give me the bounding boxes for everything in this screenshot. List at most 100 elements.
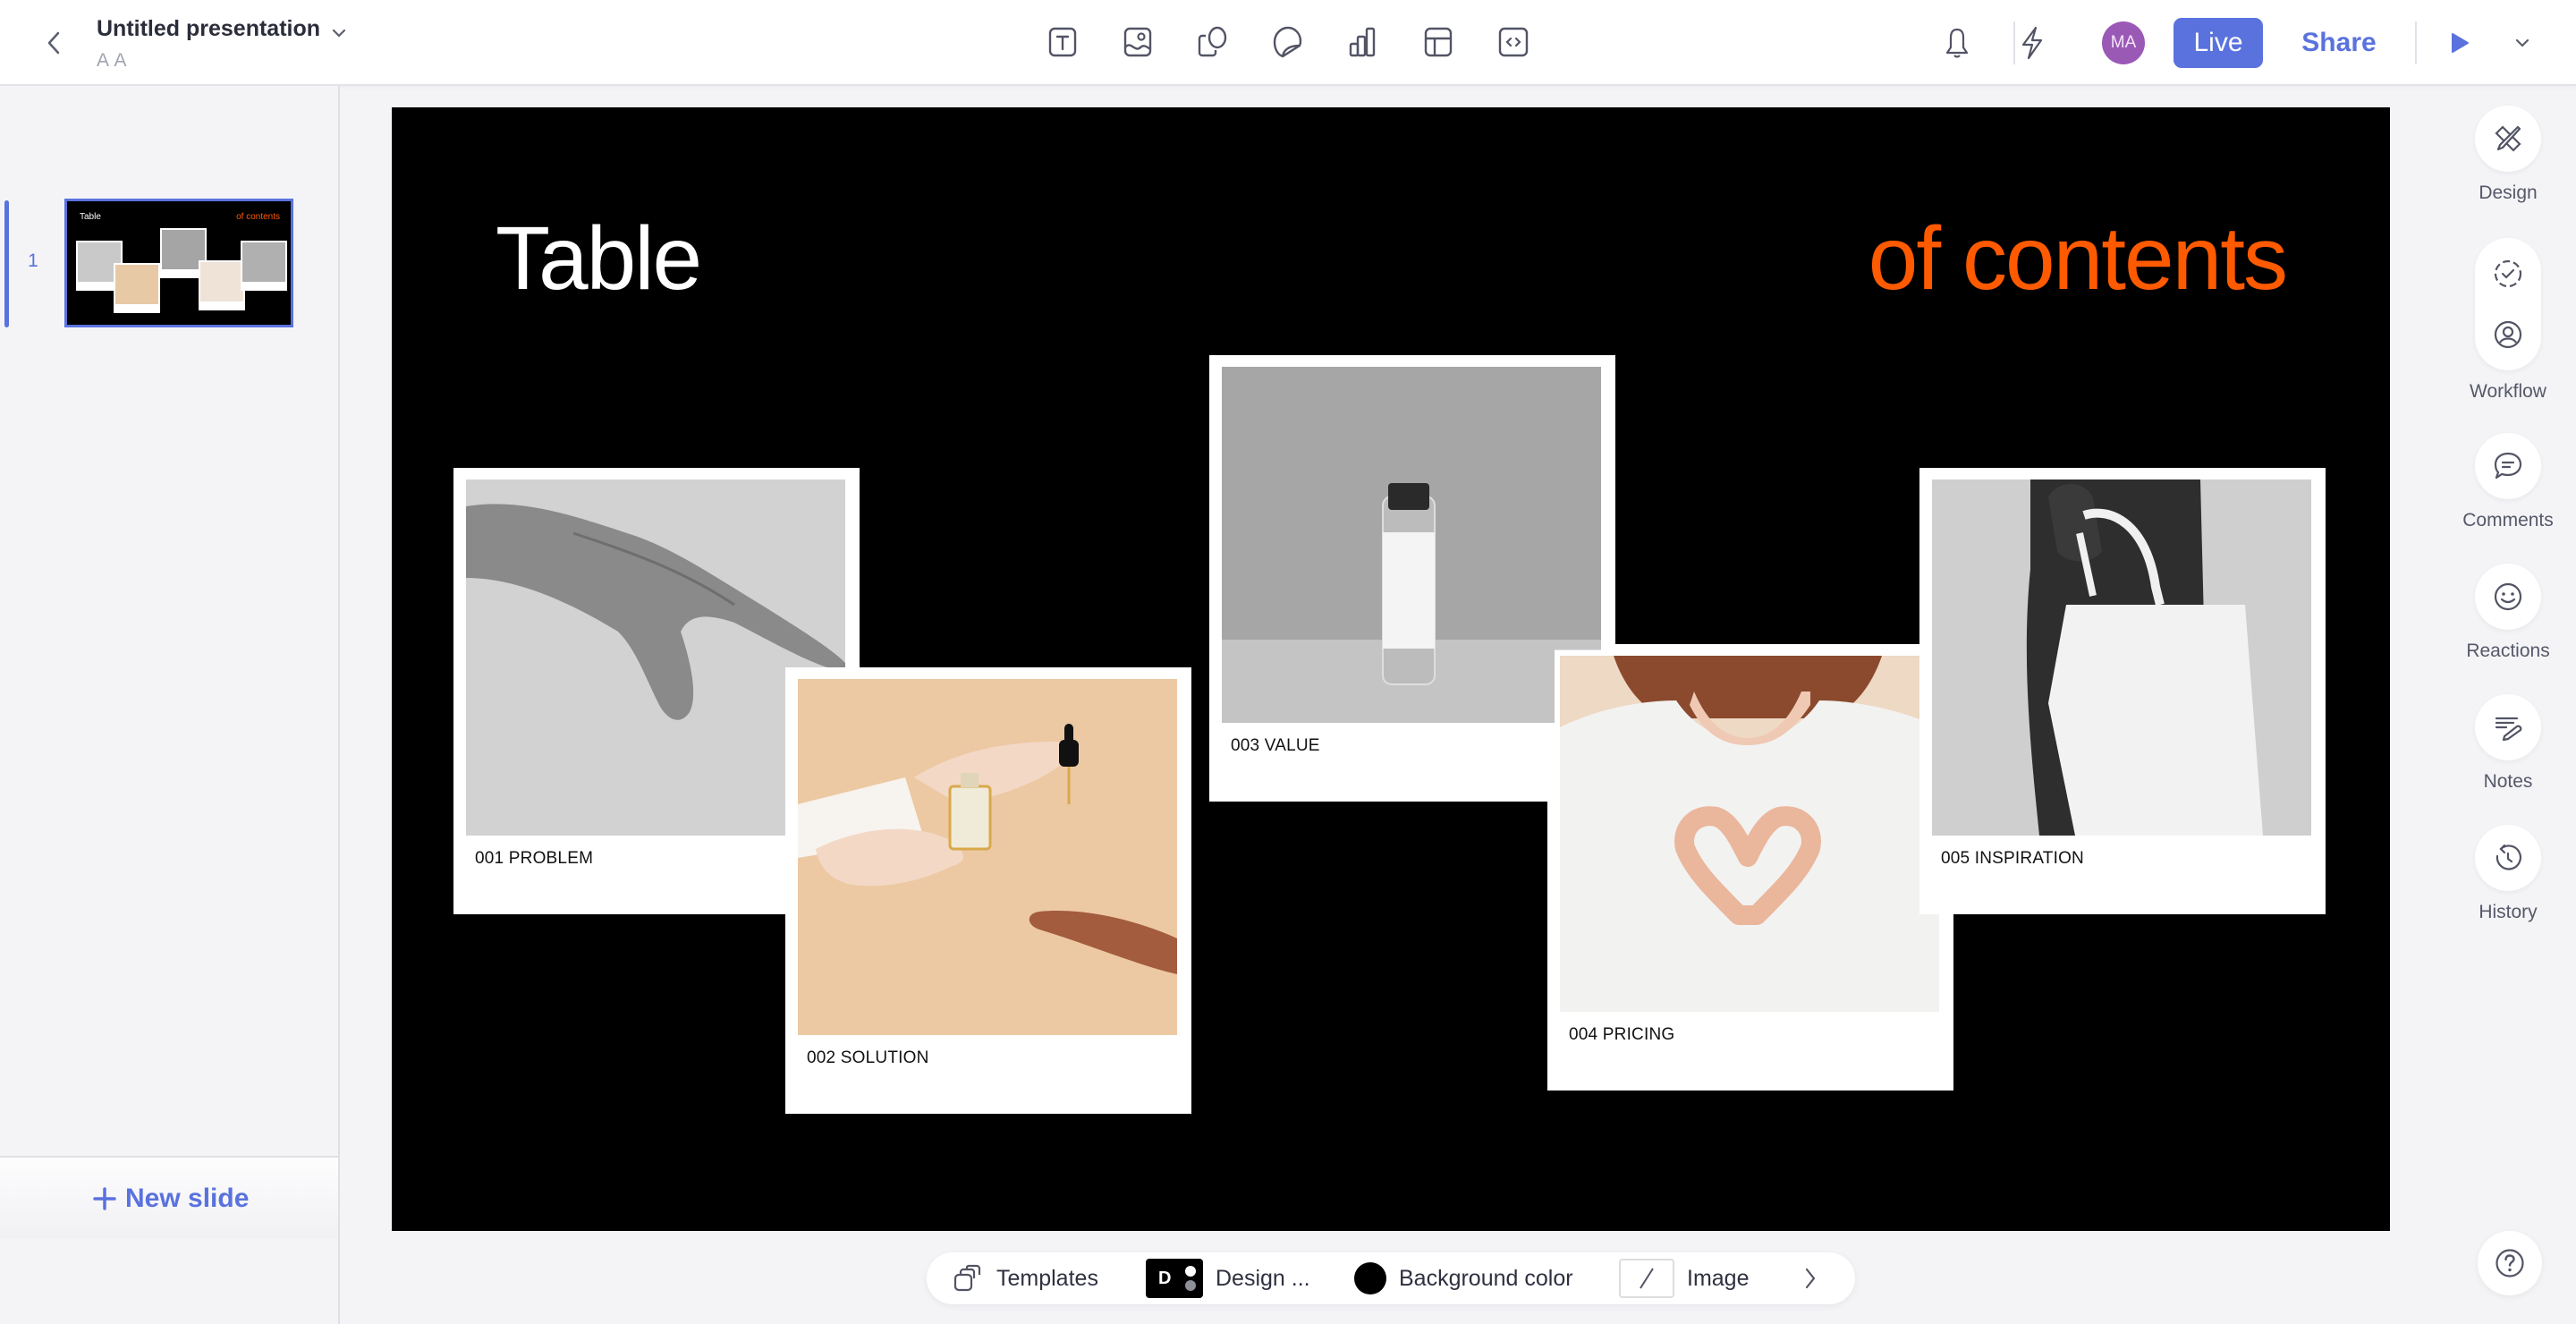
design-button[interactable]: [2475, 106, 2541, 172]
card-photo: [1560, 656, 1939, 1012]
present-button[interactable]: [2442, 25, 2478, 61]
rail-history[interactable]: History: [2474, 825, 2542, 923]
reactions-button[interactable]: [2475, 564, 2541, 630]
slide-canvas[interactable]: Table of contents 001 PROBLEM 002 SOLUTI…: [392, 107, 2390, 1231]
live-button[interactable]: Live: [2174, 18, 2263, 68]
notifications-button[interactable]: [1937, 23, 1977, 63]
card-photo: [798, 679, 1177, 1035]
image-label: Image: [1687, 1265, 1750, 1291]
insert-shape-button[interactable]: [1194, 23, 1232, 61]
chevron-down-icon: [2515, 38, 2529, 47]
tote-bag-photo: [1932, 480, 2311, 836]
assignee-icon[interactable]: [2492, 318, 2524, 351]
templates-label: Templates: [996, 1265, 1098, 1291]
bar-chart-icon: [1349, 27, 1376, 57]
card-photo: [1222, 367, 1601, 723]
help-button[interactable]: [2478, 1231, 2542, 1295]
rail-reactions[interactable]: Reactions: [2466, 564, 2550, 662]
user-avatar[interactable]: MA: [2102, 21, 2145, 64]
title-menu-button[interactable]: [327, 21, 351, 45]
toc-card-inspiration[interactable]: 005 INSPIRATION: [1919, 468, 2326, 914]
workflow-group: [2475, 238, 2541, 370]
plus-icon: [93, 1187, 116, 1210]
insert-embed-button[interactable]: [1495, 23, 1532, 61]
toc-card-solution[interactable]: 002 SOLUTION: [785, 667, 1191, 1114]
toolbar-next-button[interactable]: [1803, 1252, 1818, 1304]
design-label: Design ...: [1216, 1265, 1310, 1291]
top-bar: Untitled presentation A A MA Live Share: [0, 0, 2576, 86]
share-button[interactable]: Share: [2290, 18, 2388, 68]
insert-sticker-button[interactable]: [1269, 23, 1307, 61]
history-icon: [2496, 844, 2521, 870]
thumbnail-card: [241, 241, 287, 291]
slide-thumbnail[interactable]: Table of contents: [64, 199, 293, 327]
serum-hands-photo: [798, 679, 1177, 1035]
background-color-swatch: [1354, 1262, 1386, 1294]
insert-image-button[interactable]: [1119, 23, 1157, 61]
shapes-icon: [1198, 26, 1227, 57]
insert-table-button[interactable]: [1419, 23, 1457, 61]
history-button[interactable]: [2475, 825, 2541, 891]
image-icon: [1123, 27, 1152, 57]
new-slide-button[interactable]: New slide: [93, 1181, 249, 1217]
thumbnail-title-left: Table: [80, 212, 101, 222]
thumbnail-title-right: of contents: [236, 212, 280, 222]
approval-check-icon[interactable]: [2492, 258, 2524, 290]
rail-label: Comments: [2462, 510, 2554, 530]
new-slide-label: New slide: [125, 1184, 250, 1213]
code-embed-icon: [1498, 27, 1529, 57]
toc-card-pricing[interactable]: 004 PRICING: [1547, 644, 1953, 1091]
card-caption: 003 VALUE: [1231, 736, 1320, 755]
design-tools-icon: [2495, 125, 2521, 152]
thumbnail-preview: Table of contents: [69, 203, 289, 323]
selected-slide-indicator: [4, 200, 9, 327]
comment-icon: [2494, 452, 2522, 480]
insert-chart-button[interactable]: [1344, 23, 1382, 61]
bottle-photo: [1222, 367, 1601, 723]
document-title[interactable]: Untitled presentation: [97, 16, 320, 42]
insert-text-button[interactable]: [1044, 23, 1081, 61]
card-caption: 004 PRICING: [1569, 1025, 1675, 1044]
sticker-icon: [1273, 26, 1302, 58]
chevron-right-icon: [1805, 1268, 1816, 1289]
design-theme-button[interactable]: D Design ...: [1146, 1252, 1310, 1304]
quick-actions-button[interactable]: [2012, 23, 2052, 63]
thumbnail-card: [114, 263, 160, 313]
smiley-icon: [2494, 582, 2522, 611]
slide-title-right[interactable]: of contents: [1868, 208, 2288, 310]
none-slash-icon: [1640, 1268, 1654, 1289]
slide-title-left[interactable]: Table: [496, 208, 702, 310]
templates-icon: [953, 1264, 981, 1292]
thumbnail-card: [199, 260, 245, 310]
rail-comments[interactable]: Comments: [2462, 433, 2554, 531]
card-caption: 001 PROBLEM: [475, 849, 594, 868]
document-subtitle: A A: [97, 50, 128, 71]
table-icon: [1424, 27, 1453, 57]
rail-workflow[interactable]: Workflow: [2470, 238, 2546, 403]
notes-icon: [2495, 717, 2522, 742]
rail-label: Reactions: [2466, 641, 2550, 661]
card-caption: 005 INSPIRATION: [1941, 849, 2084, 868]
rail-notes[interactable]: Notes: [2474, 694, 2542, 793]
rail-design[interactable]: Design: [2474, 106, 2542, 204]
notes-button[interactable]: [2475, 694, 2541, 760]
rail-label: History: [2479, 902, 2538, 922]
chevron-down-icon: [332, 29, 346, 38]
lightning-icon: [2021, 26, 2043, 60]
present-options-button[interactable]: [2504, 25, 2540, 61]
background-image-button[interactable]: Image: [1619, 1252, 1749, 1304]
comments-button[interactable]: [2475, 433, 2541, 499]
slide-number: 1: [28, 250, 38, 271]
text-box-icon: [1048, 27, 1077, 57]
header-divider: [2013, 21, 2015, 64]
theme-dots: [1185, 1266, 1196, 1291]
background-color-button[interactable]: Background color: [1354, 1252, 1573, 1304]
bell-icon: [1945, 28, 1969, 58]
chevron-left-icon: [47, 31, 60, 55]
templates-button[interactable]: Templates: [953, 1252, 1098, 1304]
card-photo: [1932, 480, 2311, 836]
header-divider: [2415, 21, 2417, 64]
theme-swatch: D: [1146, 1259, 1203, 1298]
rail-label: Notes: [2483, 771, 2533, 792]
back-button[interactable]: [36, 25, 72, 61]
